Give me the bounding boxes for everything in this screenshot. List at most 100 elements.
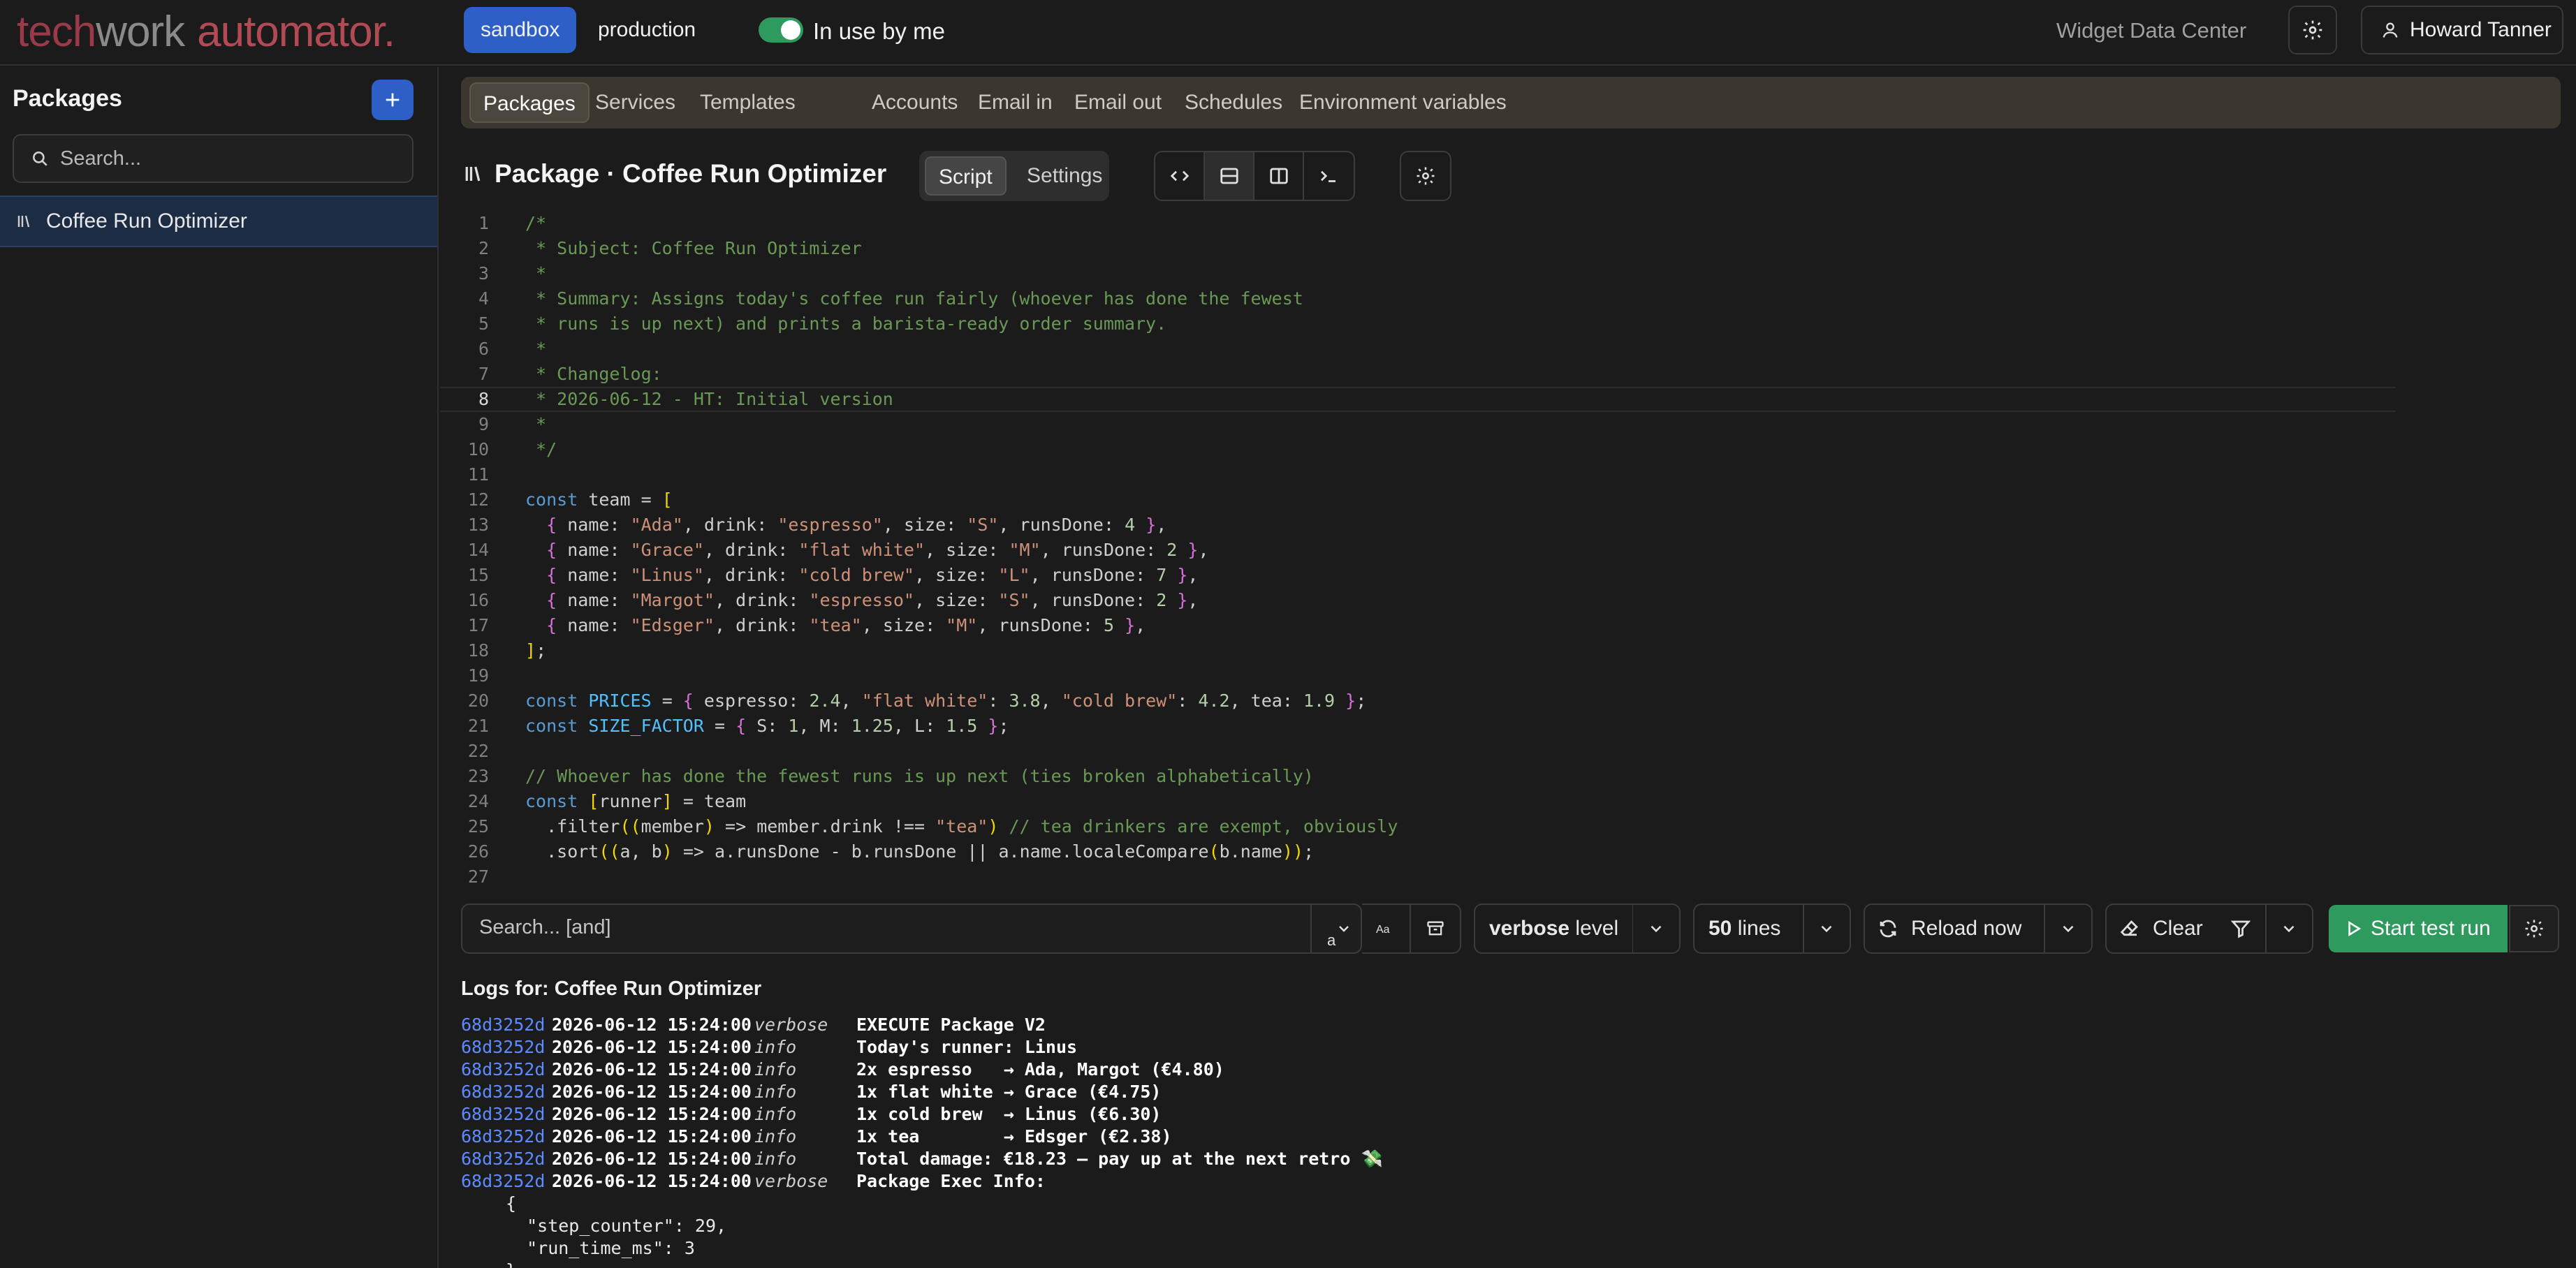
user-icon xyxy=(2383,22,2398,38)
package-icon xyxy=(17,215,30,228)
tab-email-in[interactable]: Email in xyxy=(965,82,1065,123)
tab-packages[interactable]: Packages xyxy=(469,82,590,123)
start-test-run-button[interactable]: Start test run xyxy=(2329,905,2508,952)
line-number: 19 xyxy=(467,665,489,686)
console-view-button[interactable] xyxy=(1304,152,1354,200)
reload-button[interactable]: Reload now xyxy=(1864,904,2093,954)
clear-options-chevron[interactable] xyxy=(2267,920,2312,938)
in-use-toggle-label: In use by me xyxy=(813,18,945,44)
workspace-name: Widget Data Center xyxy=(2056,18,2247,43)
global-settings-button[interactable] xyxy=(2288,6,2337,54)
line-number: 27 xyxy=(467,867,489,887)
code-line: 10 */ xyxy=(440,437,2396,462)
refresh-icon xyxy=(1880,920,1896,938)
tab-settings[interactable]: Settings xyxy=(1016,156,1113,196)
package-search-input[interactable] xyxy=(60,147,395,170)
code-line: 17 { name: "Edsger", drink: "tea", size:… xyxy=(440,613,2396,638)
log-message: 1x cold brew → Linus (€6.30) xyxy=(856,1104,1162,1124)
code-text: * xyxy=(525,339,547,359)
in-use-toggle[interactable] xyxy=(759,17,803,43)
code-line: 11 xyxy=(440,462,2396,487)
log-lines-chevron[interactable] xyxy=(1804,920,1850,938)
code-editor[interactable]: 1/* 2 * Subject: Coffee Run Optimizer 3 * 4… xyxy=(440,209,2576,890)
tab-schedules[interactable]: Schedules xyxy=(1172,82,1295,123)
sidebar-title: Packages xyxy=(13,85,122,112)
env-tab-production[interactable]: production xyxy=(581,7,712,53)
log-search-input[interactable] xyxy=(479,916,1247,939)
log-message: EXECUTE Package V2 xyxy=(856,1015,1046,1035)
log-level: info xyxy=(754,1059,797,1079)
top-bar: techwork automator. sandbox production In… xyxy=(0,0,2576,66)
code-text: { name: "Grace", drink: "flat white", si… xyxy=(546,540,1209,560)
code-text: ]; xyxy=(525,640,547,661)
package-search[interactable] xyxy=(13,134,414,183)
log-id: 68d3252d xyxy=(461,1104,546,1124)
search-icon xyxy=(33,152,47,166)
log-level: info xyxy=(754,1104,797,1124)
clear-logs-button[interactable]: Clear xyxy=(2105,904,2313,954)
gear-icon xyxy=(2303,20,2322,40)
log-search[interactable]: a xyxy=(461,904,1362,954)
log-timestamp: 2026-06-12 15:24:00 xyxy=(552,1082,752,1102)
clear-label: Clear xyxy=(2107,917,2217,941)
line-number: 10 xyxy=(467,439,489,459)
tab-accounts[interactable]: Accounts xyxy=(859,82,970,123)
env-tab-sandbox[interactable]: sandbox xyxy=(464,7,577,53)
log-id: 68d3252d xyxy=(461,1149,546,1169)
tab-script[interactable]: Script xyxy=(925,156,1007,196)
line-number: 8 xyxy=(478,389,489,409)
log-output[interactable]: 68d3252d 2026-06-12 15:24:00 verbose EXECUT… xyxy=(461,1014,2556,1268)
code-view-button[interactable] xyxy=(1155,152,1205,200)
plus-icon xyxy=(386,93,400,107)
log-row: 68d3252d 2026-06-12 15:24:00 info 1x cold b… xyxy=(461,1103,2556,1126)
log-row: 68d3252d 2026-06-12 15:24:00 info 2x espres… xyxy=(461,1059,2556,1081)
code-text: { name: "Margot", drink: "espresso", siz… xyxy=(546,590,1199,610)
match-case-button[interactable]: Aa xyxy=(1362,905,1411,952)
line-number: 14 xyxy=(467,540,489,560)
log-timestamp: 2026-06-12 15:24:00 xyxy=(552,1104,752,1124)
page-title: Package · Coffee Run Optimizer xyxy=(495,159,887,188)
log-id: 68d3252d xyxy=(461,1171,546,1191)
log-timestamp: 2026-06-12 15:24:00 xyxy=(552,1059,752,1079)
line-number: 9 xyxy=(478,414,489,434)
sidebar: Packages Coffee Run Optimizer xyxy=(0,67,439,1268)
code-line: 3 * xyxy=(440,261,2396,286)
tab-services[interactable]: Services xyxy=(583,82,688,123)
code-line: 19 xyxy=(440,663,2396,688)
split-horizontal-button[interactable] xyxy=(1205,152,1254,200)
log-level-chevron[interactable] xyxy=(1633,920,1679,938)
tab-email-out[interactable]: Email out xyxy=(1062,82,1174,123)
tab-templates[interactable]: Templates xyxy=(687,82,808,123)
code-text: * Changelog: xyxy=(525,364,662,384)
code-line: 22 xyxy=(440,739,2396,764)
log-filter-button[interactable] xyxy=(2217,918,2265,939)
code-text: { name: "Ada", drink: "espresso", size: … xyxy=(546,515,1167,535)
sidebar-item-coffee-run-optimizer[interactable]: Coffee Run Optimizer xyxy=(0,196,437,247)
search-mode-label: a xyxy=(1327,931,1336,949)
code-text: { name: "Linus", drink: "cold brew", siz… xyxy=(546,565,1199,585)
filter-icon xyxy=(2231,920,2251,938)
log-row: 68d3252d 2026-06-12 15:24:00 info Total dam… xyxy=(461,1148,2556,1170)
log-row: 68d3252d 2026-06-12 15:24:00 verbose Packag… xyxy=(461,1170,2556,1193)
chevron-down-icon xyxy=(1651,925,1662,933)
search-mode-dropdown[interactable]: a xyxy=(1310,905,1361,952)
log-level-dropdown[interactable]: verbose level xyxy=(1474,904,1681,954)
code-line: 14 { name: "Grace", drink: "flat white",… xyxy=(440,538,2396,563)
eraser-icon xyxy=(2120,920,2138,936)
app-logo[interactable]: techwork automator. xyxy=(17,10,395,54)
code-line: 25 .filter((member) => member.drink !== … xyxy=(440,814,2396,839)
reload-options-chevron[interactable] xyxy=(2045,920,2091,938)
editor-settings-button[interactable] xyxy=(1400,151,1451,201)
mode-switch: Script Settings xyxy=(919,151,1109,201)
user-menu-button[interactable]: Howard Tanner xyxy=(2361,6,2563,54)
play-icon xyxy=(2348,921,2362,936)
log-level: info xyxy=(754,1037,797,1057)
run-settings-button[interactable] xyxy=(2509,905,2559,952)
split-vertical-button[interactable] xyxy=(1254,152,1304,200)
add-package-button[interactable] xyxy=(372,80,414,120)
archive-button[interactable] xyxy=(1411,905,1460,952)
log-lines-dropdown[interactable]: 50 lines xyxy=(1693,904,1851,954)
view-layout-group xyxy=(1154,151,1355,201)
tab-environment-variables[interactable]: Environment variables xyxy=(1287,82,1519,123)
code-line: 6 * xyxy=(440,337,2396,362)
